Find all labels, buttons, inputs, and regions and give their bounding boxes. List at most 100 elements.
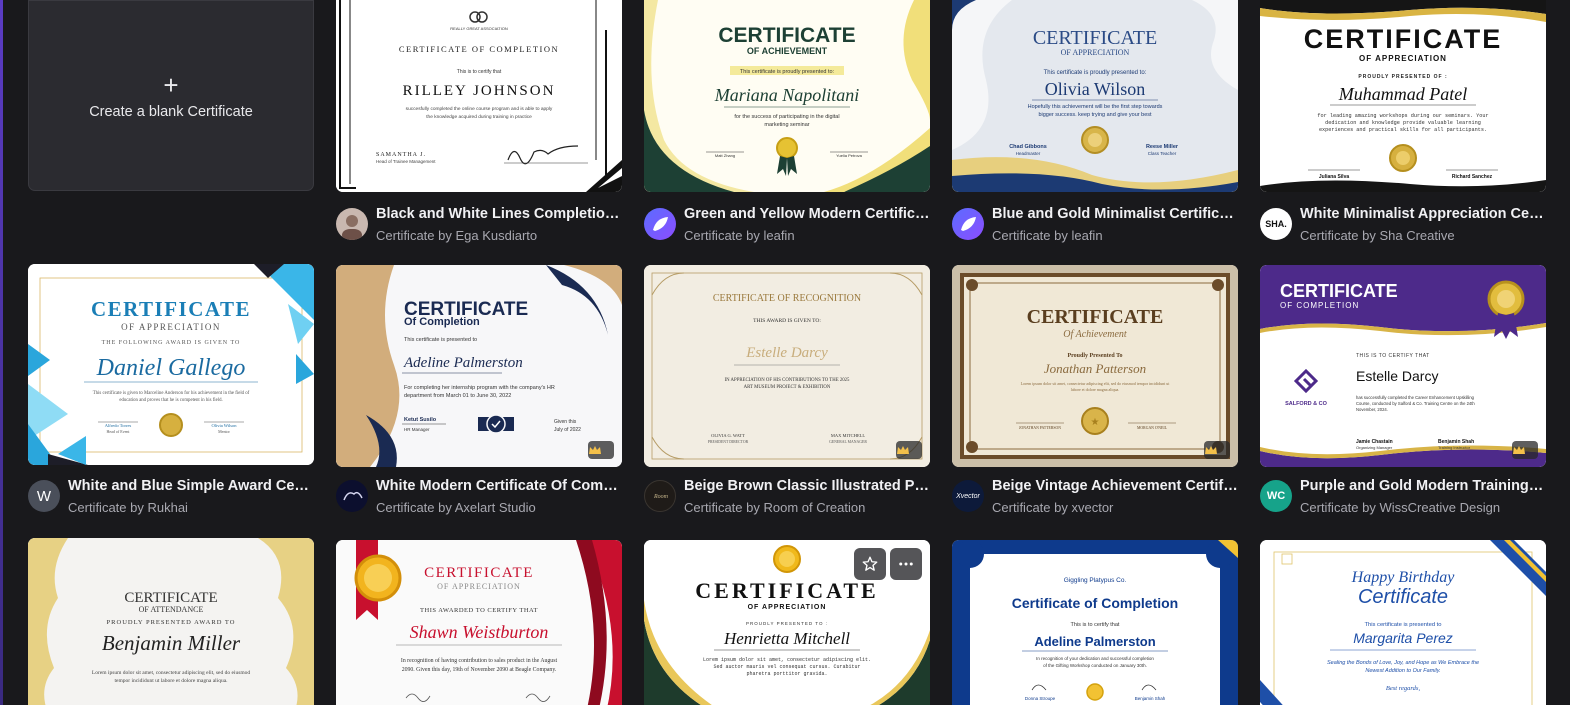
template-thumbnail[interactable]: CERTIFICATE Of Achievement Proudly Prese… <box>952 265 1238 467</box>
cert-subheading: Certificate <box>1358 586 1448 608</box>
svg-text:GENERAL MANAGER: GENERAL MANAGER <box>829 440 867 444</box>
author-avatar[interactable]: Xvector <box>952 480 984 512</box>
template-author[interactable]: Certificate by Rukhai <box>68 500 314 515</box>
template-author[interactable]: Certificate by xvector <box>992 500 1238 515</box>
cert-heading: CERTIFICATE <box>1027 306 1164 328</box>
plus-icon: + <box>163 69 179 100</box>
certificate-preview: CERTIFICATE OF RECOGNITION THIS AWARD IS… <box>644 265 930 467</box>
template-thumbnail[interactable]: CERTIFICATE OF APPRECIATION THE FOLLOWIN… <box>28 264 314 465</box>
author-avatar[interactable] <box>644 208 676 240</box>
template-title[interactable]: Blue and Gold Minimalist Certificate of … <box>992 206 1238 222</box>
certificate-preview: CERTIFICATE OF ATTENDANCE PROUDLY PRESEN… <box>28 538 314 705</box>
svg-text:SALFORD & CO: SALFORD & CO <box>1285 401 1328 407</box>
recipient-name: Adeline Palmerston <box>1034 634 1155 649</box>
cert-heading: CERTIFICATE <box>424 565 534 581</box>
author-avatar[interactable]: Room <box>644 480 676 512</box>
svg-text:marketing seminar: marketing seminar <box>764 122 809 128</box>
template-thumbnail[interactable]: CERTIFICATE OF APPRECIATION PROUDLY PRES… <box>1260 0 1546 192</box>
cert-sub: PROUDLY PRESENTED AWARD TO <box>107 619 236 626</box>
template-author[interactable]: Certificate by Sha Creative <box>1300 228 1546 243</box>
author-avatar[interactable] <box>952 208 984 240</box>
recipient-name: Shawn Weistburton <box>410 622 549 642</box>
template-thumbnail[interactable]: REALLY GREAT ASSOCIATION CERTIFICATE OF … <box>336 0 622 192</box>
author-avatar[interactable]: WC <box>1260 480 1292 512</box>
template-thumbnail[interactable]: CERTIFICATE OF APPRECIATION This certifi… <box>952 0 1238 192</box>
svg-text:Course, conducted by Salford &: Course, conducted by Salford & Co. Train… <box>1356 401 1475 406</box>
recipient-name: Mariana Napolitani <box>714 85 860 105</box>
svg-text:Alfredo Torres: Alfredo Torres <box>105 423 132 428</box>
cert-sub: THIS AWARD IS GIVEN TO: <box>753 318 821 324</box>
cert-sub: THIS IS TO CERTIFY THAT <box>1356 353 1430 359</box>
author-avatar[interactable] <box>336 208 368 240</box>
template-author[interactable]: Certificate by Ega Kusdiarto <box>376 228 622 243</box>
template-title[interactable]: White Minimalist Appreciation Certificat… <box>1300 206 1546 222</box>
author-avatar[interactable]: SHA. <box>1260 208 1292 240</box>
svg-text:Class Teacher: Class Teacher <box>1148 151 1177 156</box>
template-title[interactable]: White Modern Certificate Of Completion <box>376 478 622 494</box>
template-author[interactable]: Certificate by leafin <box>684 228 930 243</box>
template-thumbnail[interactable]: Happy Birthday Certificate This certific… <box>1260 540 1546 705</box>
cert-heading: CERTIFICATE <box>695 578 878 603</box>
svg-text:Organizing Manager: Organizing Manager <box>1356 445 1393 450</box>
cert-heading: CERTIFICATE <box>1280 281 1398 301</box>
certificate-preview: CERTIFICATE Of Completion This certifica… <box>336 265 622 467</box>
svg-text:tempor incididunt ut labore et: tempor incididunt ut labore et dolore ma… <box>114 678 228 684</box>
recipient-name: Benjamin Miller <box>102 631 241 655</box>
template-author[interactable]: Certificate by Room of Creation <box>684 500 930 515</box>
template-title[interactable]: Black and White Lines Completion Certifi… <box>376 206 622 222</box>
signer-role: Head of Trainee Management <box>376 159 436 164</box>
svg-text:pharetra porttitor gravida.: pharetra porttitor gravida. <box>746 671 827 677</box>
template-title[interactable]: Green and Yellow Modern Certificate of A… <box>684 206 930 222</box>
cert-subheading: OF COMPLETION <box>1280 301 1359 310</box>
svg-text:July of 2022: July of 2022 <box>554 427 581 433</box>
recipient-name: Daniel Gallego <box>96 355 246 381</box>
template-thumbnail[interactable]: CERTIFICATE OF APPRECIATION THIS AWARDED… <box>336 540 622 705</box>
org-name: REALLY GREAT ASSOCIATION <box>450 26 508 31</box>
cert-heading: CERTIFICATE <box>718 24 855 47</box>
svg-text:HR Manager: HR Manager <box>404 427 430 432</box>
svg-text:Chad Gibbons: Chad Gibbons <box>1009 144 1047 150</box>
svg-text:ART MUSEUM PROJECT & EXHIBITIO: ART MUSEUM PROJECT & EXHIBITION <box>744 385 831 390</box>
svg-text:Juliana Silva: Juliana Silva <box>1319 174 1350 180</box>
template-thumbnail[interactable]: CERTIFICATE OF ACHIEVEMENT This certific… <box>644 0 930 192</box>
more-options-button[interactable] <box>890 548 922 580</box>
template-author[interactable]: Certificate by Axelart Studio <box>376 500 622 515</box>
cert-sub: This certificate is proudly presented to… <box>740 69 835 75</box>
svg-text:November, 2024.: November, 2024. <box>1356 407 1388 412</box>
template-thumbnail[interactable]: Giggling Platypus Co. Certificate of Com… <box>952 540 1238 705</box>
cert-heading: CERTIFICATE OF RECOGNITION <box>713 293 861 304</box>
template-title[interactable]: Beige Brown Classic Illustrated Presenta… <box>684 478 930 494</box>
svg-text:department from March 01 to Ju: department from March 01 to June 30, 202… <box>404 393 511 399</box>
svg-text:Given this: Given this <box>554 419 577 425</box>
template-thumbnail[interactable]: CERTIFICATE OF APPRECIATION PROUDLY PRES… <box>644 540 930 705</box>
certificate-preview: Happy Birthday Certificate This certific… <box>1260 540 1546 705</box>
cert-sub: This certificate is proudly presented to… <box>1044 70 1147 76</box>
cert-sub: This is to certify that <box>1071 622 1120 628</box>
template-title[interactable]: White and Blue Simple Award Certificate <box>68 478 314 494</box>
template-thumbnail[interactable]: CERTIFICATE OF COMPLETION SALFORD & CO T… <box>1260 265 1546 467</box>
author-avatar[interactable] <box>336 480 368 512</box>
cert-body: succesfully completed the online course … <box>406 106 553 112</box>
cert-subheading: Of Achievement <box>1063 329 1127 340</box>
svg-text:In recognition of having contr: In recognition of having contribution to… <box>401 657 558 664</box>
template-author[interactable]: Certificate by WissCreative Design <box>1300 500 1546 515</box>
author-avatar[interactable]: W <box>28 480 60 512</box>
recipient-name: Muhammad Patel <box>1338 84 1467 104</box>
cert-sub: This is to certify that <box>457 69 502 75</box>
template-meta: Green and Yellow Modern Certificate of A… <box>644 204 930 244</box>
template-thumbnail[interactable]: CERTIFICATE OF ATTENDANCE PROUDLY PRESEN… <box>28 538 314 705</box>
cert-subheading: OF APPRECIATION <box>1359 54 1447 63</box>
create-blank-button[interactable]: + Create a blank Certificate <box>28 0 314 191</box>
svg-text:for the success of participati: for the success of participating in the … <box>734 114 839 120</box>
template-thumbnail[interactable]: CERTIFICATE OF RECOGNITION THIS AWARD IS… <box>644 265 930 467</box>
svg-text:Lorem ipsum dolor sit amet, co: Lorem ipsum dolor sit amet, consectetur … <box>703 657 871 663</box>
template-title[interactable]: Beige Vintage Achievement Certificate <box>992 478 1238 494</box>
template-thumbnail[interactable]: CERTIFICATE Of Completion This certifica… <box>336 265 622 467</box>
template-author[interactable]: Certificate by leafin <box>992 228 1238 243</box>
cert-sub: Proudly Presented To <box>1067 353 1122 359</box>
recipient-name: Henrietta Mitchell <box>723 629 850 648</box>
svg-text:JONATHAN PATTERSON: JONATHAN PATTERSON <box>1019 426 1061 430</box>
star-button[interactable] <box>854 548 886 580</box>
template-title[interactable]: Purple and Gold Modern Training Certific… <box>1300 478 1546 494</box>
svg-text:experiences and practical skil: experiences and practical skills for all… <box>1319 127 1487 133</box>
